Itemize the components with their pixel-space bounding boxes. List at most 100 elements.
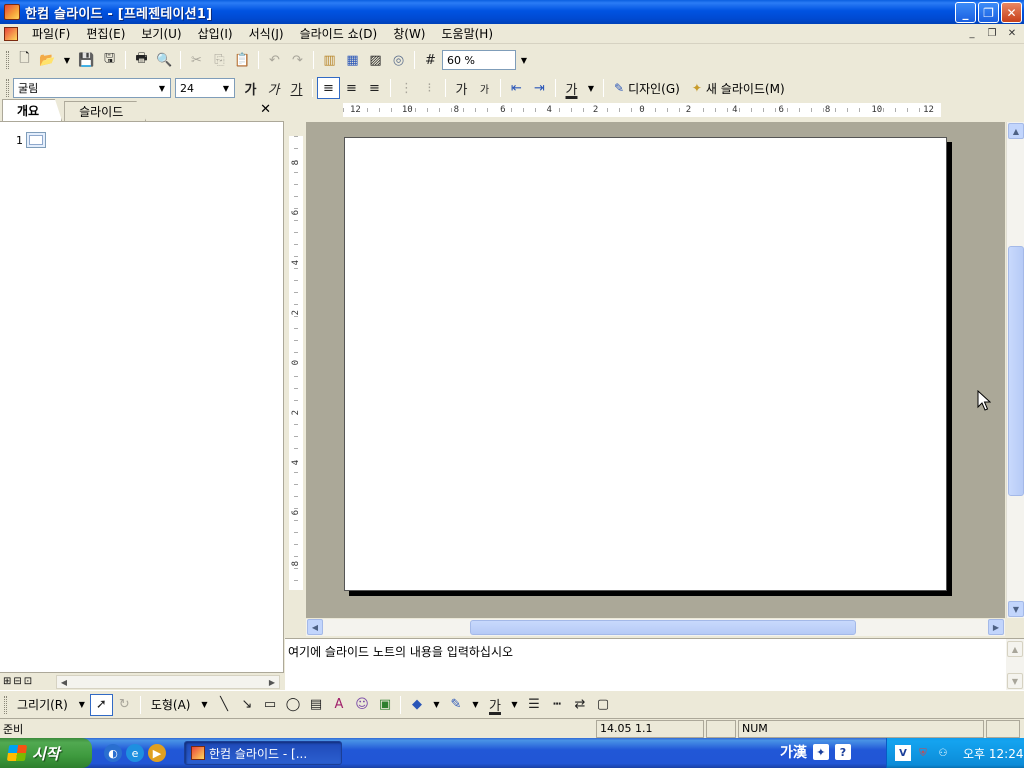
align-left-icon[interactable]: ≡ [317,77,340,99]
tab-slides[interactable]: 슬라이드 [64,101,147,121]
copy-icon[interactable]: ⎘ [208,49,231,71]
scroll-up-icon[interactable]: ▲ [1008,123,1024,139]
shadow-icon[interactable]: ▢ [591,694,614,716]
grid-icon[interactable]: # [419,49,442,71]
tab-outline[interactable]: 개요 [2,99,63,121]
notes-scroll-up-icon[interactable]: ▲ [1007,641,1023,657]
maximize-button[interactable]: ❐ [978,2,999,23]
table-icon[interactable]: ▦ [341,49,364,71]
save-icon[interactable]: 💾 [75,49,98,71]
scroll-right-icon[interactable]: ▶ [988,619,1004,635]
media-player-icon[interactable]: ▶ [148,744,166,762]
cut-icon[interactable]: ✂ [185,49,208,71]
horizontal-ruler[interactable]: 12 10 8 6 4 2 0 2 4 6 8 10 12 [343,103,941,117]
slide-icon[interactable] [26,132,46,148]
slide-canvas[interactable] [306,122,1005,618]
picture-icon[interactable]: ▨ [364,49,387,71]
notes-pane[interactable]: 여기에 슬라이드 노트의 내용을 입력하십시오 ▲ ▼ [285,638,1024,691]
paste-icon[interactable]: 📋 [231,49,254,71]
ime-mode[interactable]: 가漢 [780,742,807,762]
notes-scrollbar[interactable]: ▲ ▼ [1006,639,1024,691]
dash-style-icon[interactable]: ┅ [545,694,568,716]
scroll-left-icon[interactable]: ◀ [307,619,323,635]
ellipse-icon[interactable]: ◯ [281,694,304,716]
image-icon[interactable]: ▣ [373,694,396,716]
vertical-ruler[interactable]: 8 6 4 2 0 2 4 6 8 [289,136,303,590]
menu-format[interactable]: 서식(J) [241,24,292,44]
font-size-select[interactable]: 24 ▼ [175,78,235,98]
toolbar-grip[interactable] [4,695,7,714]
menu-help[interactable]: 도움말(H) [434,24,502,44]
open-folder-icon[interactable]: 📂 [36,49,59,71]
network-icon[interactable]: ⚇ [935,745,951,761]
chart-icon[interactable]: ▥ [318,49,341,71]
draw-font-color-dropdown-icon[interactable]: ▼ [506,696,522,714]
security-shield-icon[interactable]: ⛨ [915,745,931,761]
font-color-dropdown-icon[interactable]: ▼ [583,79,599,97]
open-dropdown-icon[interactable]: ▼ [59,51,75,69]
fill-color-icon[interactable]: ◆ [405,694,428,716]
scroll-down-icon[interactable]: ▼ [1008,601,1024,617]
normal-view-icon[interactable]: ⊞ [3,676,11,687]
print-icon[interactable]: 🖶 [130,49,153,71]
sorter-view-icon[interactable]: ⊟ [13,676,21,687]
rectangle-icon[interactable]: ▭ [258,694,281,716]
title-bar[interactable]: 한컴 슬라이드 - [프레젠테이션1] _ ❐ ✕ [0,0,1024,24]
shapes-menu-button[interactable]: 도형(A) [145,694,197,716]
panel-close-icon[interactable]: ✕ [260,102,271,117]
line-style-icon[interactable]: ☰ [522,694,545,716]
editor-horizontal-scrollbar[interactable]: ◀ ▶ [306,619,1005,636]
menu-file[interactable]: 파일(F) [24,24,78,44]
line-color-icon[interactable]: ✎ [444,694,467,716]
clipart-icon[interactable]: ☺ [350,694,373,716]
align-right-icon[interactable]: ≡ [363,77,386,99]
document-icon[interactable] [4,26,18,41]
font-dropdown-icon[interactable]: ▼ [154,79,170,97]
menu-slideshow[interactable]: 슬라이드 쇼(D) [292,24,386,44]
decrease-indent-icon[interactable]: ⇤ [505,77,528,99]
scroll-right-icon[interactable]: ▶ [265,676,279,688]
taskbar-app-button[interactable]: 한컴 슬라이드 - [... [184,741,342,765]
toolbar-grip[interactable] [6,79,9,97]
font-color-button[interactable]: 가 [560,77,583,99]
bold-button[interactable]: 가 [239,77,262,99]
zoom-select[interactable]: 60 % [442,50,516,70]
draw-font-color-button[interactable]: 가 [483,694,506,716]
font-name-select[interactable]: 굴림 ▼ [13,78,171,98]
select-pointer-icon[interactable]: ➚ [89,693,113,716]
align-center-icon[interactable]: ≡ [340,77,363,99]
scroll-left-icon[interactable]: ◀ [57,676,71,688]
panel-horizontal-scrollbar[interactable]: ◀ ▶ [56,675,280,689]
menu-window[interactable]: 창(W) [385,24,433,44]
undo-icon[interactable]: ↶ [263,49,286,71]
ime-help-icon[interactable]: ? [834,744,851,760]
menu-edit[interactable]: 편집(E) [78,24,133,44]
line-color-dropdown-icon[interactable]: ▼ [467,696,483,714]
subscript-button[interactable]: 가 [473,77,496,99]
clock[interactable]: 오후 12:24 [963,745,1023,762]
print-preview-icon[interactable]: 🔍 [153,49,176,71]
draw-dropdown-icon[interactable]: ▼ [74,696,90,714]
shapes-dropdown-icon[interactable]: ▼ [196,696,212,714]
horizontal-scroll-thumb[interactable] [470,620,856,635]
outline-item[interactable]: 1 [16,132,46,148]
antivirus-icon[interactable]: V [895,745,911,761]
save-as-icon[interactable]: 🖫 [98,49,121,71]
close-button[interactable]: ✕ [1001,2,1022,23]
design-button[interactable]: ✎ 디자인(G) [608,77,686,99]
slideshow-view-icon[interactable]: ⊡ [24,676,32,687]
wordart-icon[interactable]: A [327,694,350,716]
new-slide-button[interactable]: ✦ 새 슬라이드(M) [686,77,791,99]
doc-restore-button[interactable]: ❐ [984,26,1000,40]
draw-menu-button[interactable]: 그리기(R) [11,694,74,716]
underline-button[interactable]: 가 [285,77,308,99]
web-icon[interactable]: ◎ [387,49,410,71]
ime-tool-icon[interactable]: ✦ [812,744,829,760]
redo-icon[interactable]: ↷ [286,49,309,71]
fill-color-dropdown-icon[interactable]: ▼ [428,696,444,714]
rotate-icon[interactable]: ↻ [113,694,136,716]
line-icon[interactable]: ╲ [212,694,235,716]
new-file-icon[interactable]: 🗋 [13,49,36,71]
numbered-list-icon[interactable]: ⋮ [395,77,418,99]
superscript-button[interactable]: 가 [450,77,473,99]
